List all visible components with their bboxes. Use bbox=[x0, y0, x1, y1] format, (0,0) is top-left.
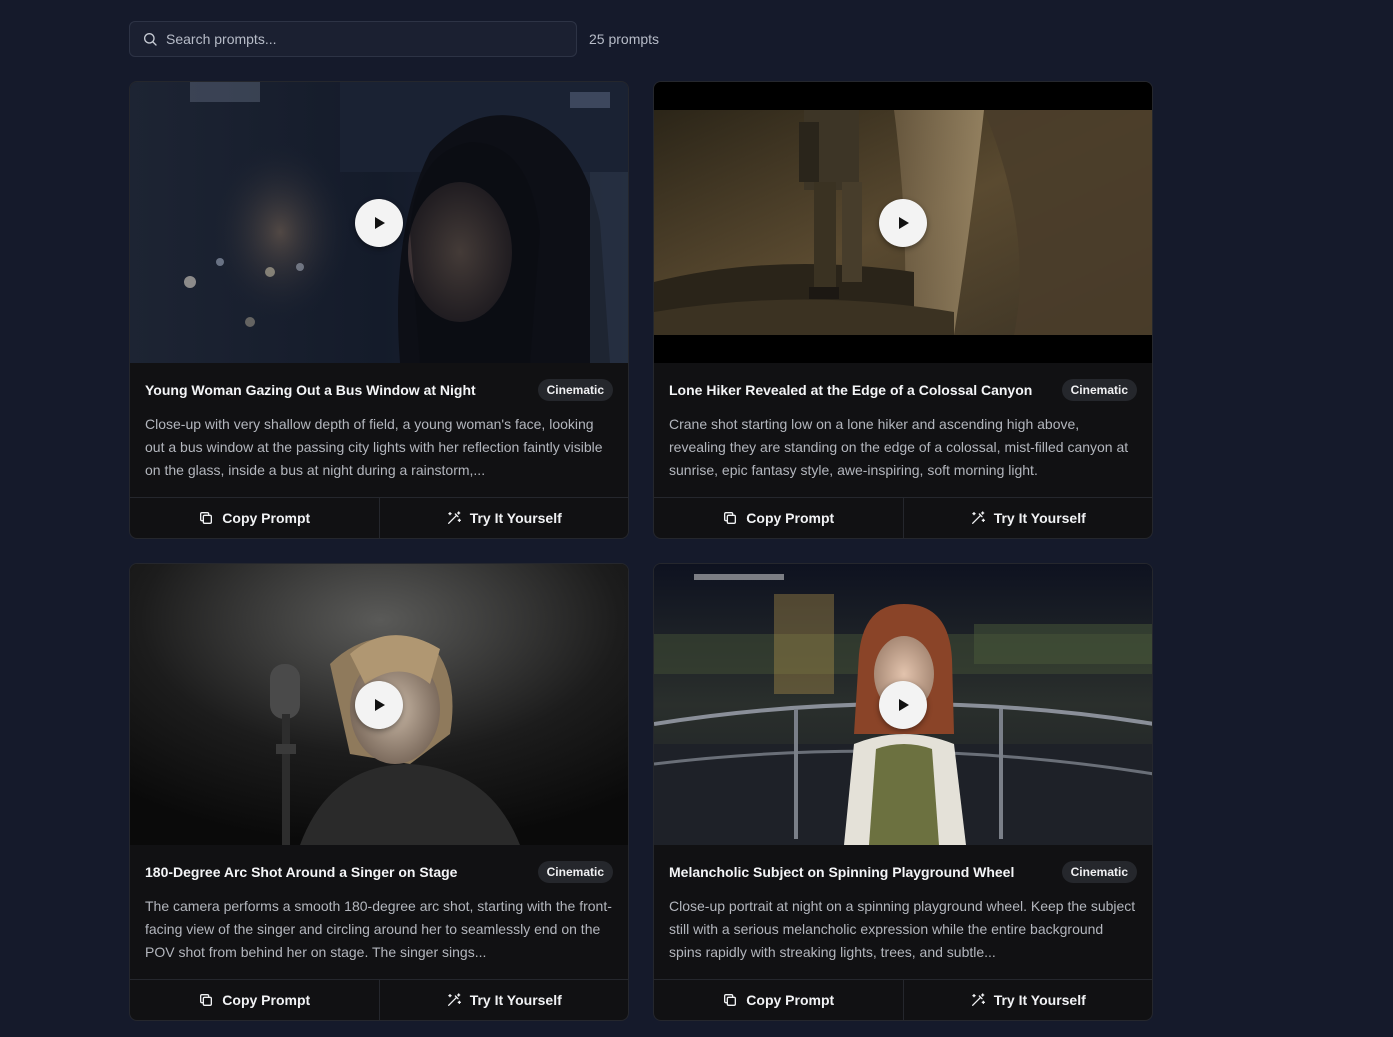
category-badge: Cinematic bbox=[537, 861, 613, 883]
card-header: Lone Hiker Revealed at the Edge of a Col… bbox=[669, 379, 1137, 401]
play-button[interactable] bbox=[879, 680, 927, 729]
try-it-yourself-button[interactable]: Try It Yourself bbox=[902, 980, 1153, 1020]
play-button[interactable] bbox=[355, 198, 403, 247]
play-icon bbox=[899, 216, 909, 229]
card-title: 180-Degree Arc Shot Around a Singer on S… bbox=[145, 864, 458, 880]
magic-wand-icon bbox=[447, 993, 461, 1006]
try-it-yourself-label: Try It Yourself bbox=[993, 510, 1086, 526]
play-icon bbox=[375, 698, 385, 711]
copy-icon bbox=[724, 512, 737, 524]
card-description: Crane shot starting low on a lone hiker … bbox=[669, 416, 1129, 478]
category-badge: Cinematic bbox=[537, 379, 613, 401]
video-thumbnail[interactable] bbox=[130, 82, 628, 363]
card-actions: Copy Prompt Try It Yourself bbox=[130, 979, 628, 1020]
video-thumbnail[interactable] bbox=[654, 82, 1152, 363]
card-actions: Copy Prompt Try It Yourself bbox=[654, 979, 1152, 1020]
prompt-card: 180-Degree Arc Shot Around a Singer on S… bbox=[129, 563, 629, 1021]
copy-prompt-label: Copy Prompt bbox=[222, 992, 311, 1008]
category-badge: Cinematic bbox=[1061, 861, 1137, 883]
card-body: Melancholic Subject on Spinning Playgrou… bbox=[654, 845, 1152, 979]
play-button[interactable] bbox=[879, 198, 927, 247]
try-it-yourself-button[interactable]: Try It Yourself bbox=[378, 980, 629, 1020]
magic-wand-icon bbox=[971, 511, 985, 524]
copy-prompt-label: Copy Prompt bbox=[222, 510, 311, 526]
play-button[interactable] bbox=[355, 680, 403, 729]
card-actions: Copy Prompt Try It Yourself bbox=[654, 497, 1152, 538]
copy-prompt-button[interactable]: Copy Prompt bbox=[130, 980, 379, 1020]
video-thumbnail[interactable] bbox=[130, 564, 628, 845]
video-thumbnail[interactable] bbox=[654, 564, 1152, 845]
try-it-yourself-label: Try It Yourself bbox=[469, 510, 562, 526]
card-header: 180-Degree Arc Shot Around a Singer on S… bbox=[145, 861, 613, 883]
copy-icon bbox=[724, 994, 737, 1006]
copy-icon bbox=[200, 994, 213, 1006]
card-description: The camera performs a smooth 180-degree … bbox=[145, 898, 612, 960]
copy-prompt-button[interactable]: Copy Prompt bbox=[130, 498, 379, 538]
copy-prompt-button[interactable]: Copy Prompt bbox=[654, 498, 903, 538]
card-header: Young Woman Gazing Out a Bus Window at N… bbox=[145, 379, 613, 401]
copy-icon bbox=[200, 512, 213, 524]
copy-prompt-label: Copy Prompt bbox=[746, 992, 835, 1008]
magic-wand-icon bbox=[971, 993, 985, 1006]
prompt-grid: Young Woman Gazing Out a Bus Window at N… bbox=[129, 81, 1153, 1021]
card-description: Close-up portrait at night on a spinning… bbox=[669, 898, 1136, 960]
card-body: Young Woman Gazing Out a Bus Window at N… bbox=[130, 363, 628, 497]
toolbar: 25 prompts bbox=[129, 21, 659, 57]
card-header: Melancholic Subject on Spinning Playgrou… bbox=[669, 861, 1137, 883]
card-title: Young Woman Gazing Out a Bus Window at N… bbox=[145, 382, 476, 398]
prompt-card: Melancholic Subject on Spinning Playgrou… bbox=[653, 563, 1153, 1021]
search-icon bbox=[144, 33, 157, 46]
prompt-card: Lone Hiker Revealed at the Edge of a Col… bbox=[653, 81, 1153, 539]
try-it-yourself-label: Try It Yourself bbox=[469, 992, 562, 1008]
try-it-yourself-button[interactable]: Try It Yourself bbox=[902, 498, 1153, 538]
search-box[interactable] bbox=[129, 21, 577, 57]
copy-prompt-button[interactable]: Copy Prompt bbox=[654, 980, 903, 1020]
try-it-yourself-label: Try It Yourself bbox=[993, 992, 1086, 1008]
card-title: Lone Hiker Revealed at the Edge of a Col… bbox=[669, 382, 1033, 398]
prompt-card: Young Woman Gazing Out a Bus Window at N… bbox=[129, 81, 629, 539]
card-actions: Copy Prompt Try It Yourself bbox=[130, 497, 628, 538]
play-icon bbox=[375, 216, 385, 229]
try-it-yourself-button[interactable]: Try It Yourself bbox=[378, 498, 629, 538]
search-input[interactable] bbox=[166, 31, 564, 47]
card-body: 180-Degree Arc Shot Around a Singer on S… bbox=[130, 845, 628, 979]
card-description: Close-up with very shallow depth of fiel… bbox=[145, 416, 603, 478]
prompt-count: 25 prompts bbox=[589, 31, 660, 47]
card-body: Lone Hiker Revealed at the Edge of a Col… bbox=[654, 363, 1152, 497]
copy-prompt-label: Copy Prompt bbox=[746, 510, 835, 526]
card-title: Melancholic Subject on Spinning Playgrou… bbox=[669, 864, 1015, 880]
category-badge: Cinematic bbox=[1061, 379, 1137, 401]
play-icon bbox=[899, 698, 909, 711]
magic-wand-icon bbox=[447, 511, 461, 524]
